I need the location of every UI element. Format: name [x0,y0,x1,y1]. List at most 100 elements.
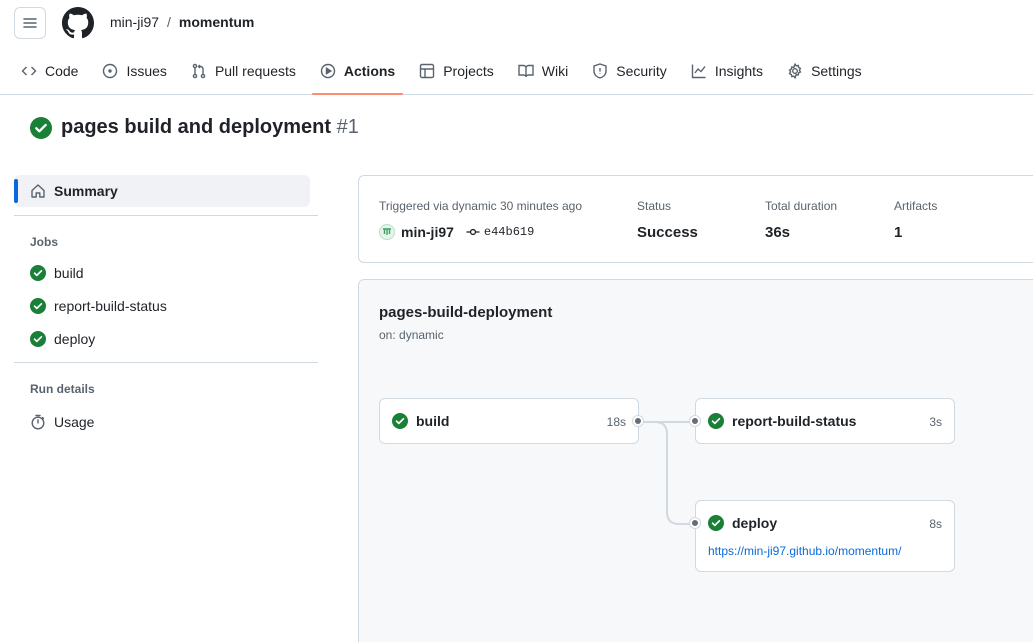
issue-icon [103,63,118,79]
code-icon [21,66,37,76]
shield-icon [593,63,607,79]
success-check-icon [392,413,408,429]
tab-wiki[interactable]: Wiki [510,50,576,92]
sidebar-job-build[interactable]: build [14,256,318,289]
pull-request-icon [192,63,206,79]
graph-icon [691,64,706,79]
stopwatch-icon [31,414,45,430]
repo-tabs: Code Issues Pull requests Actions Projec… [0,50,874,95]
breadcrumb: min-ji97 / momentum [110,14,254,30]
job-duration: 8s [929,517,942,531]
repo-header: min-ji97 / momentum Code Issues Pull req… [0,0,1033,95]
status-value: Success [637,224,698,241]
job-duration: 18s [606,415,626,429]
trigger-label: Triggered via dynamic 30 minutes ago [379,199,582,213]
play-icon [320,63,336,79]
run-summary-panel: Triggered via dynamic 30 minutes ago min… [358,175,1033,263]
artifacts-label: Artifacts [894,199,938,213]
workflow-name: pages-build-deployment [379,304,553,321]
job-card-title[interactable]: deploy [708,515,777,531]
breadcrumb-owner[interactable]: min-ji97 [110,14,159,30]
breadcrumb-repo[interactable]: momentum [179,14,254,30]
trigger-user[interactable]: min-ji97 [401,224,454,240]
tab-security[interactable]: Security [584,50,675,92]
job-card-deploy[interactable]: deploy 8s https://min-ji97.github.io/mom… [695,500,955,572]
job-label: deploy [54,330,96,347]
job-card-report-build-status[interactable]: report-build-status 3s [695,398,955,444]
user-avatar-icon [383,228,391,235]
success-check-icon [30,297,46,314]
sidebar-job-report-build-status[interactable]: report-build-status [14,289,318,322]
run-details-heading: Run details [30,382,95,396]
job-name: build [416,413,450,429]
run-title: pages build and deployment #1 [30,116,359,139]
job-connectors [639,421,696,525]
job-name: deploy [732,515,778,531]
job-card-title[interactable]: report-build-status [708,413,856,429]
workflow-graph: pages-build-deployment on: dynamic build… [358,279,1033,642]
commit-icon [466,228,480,236]
workflow-trigger: on: dynamic [379,328,444,342]
hamburger-icon [23,18,37,28]
tab-label: Projects [443,63,494,79]
tab-settings[interactable]: Settings [779,50,870,92]
sidebar-job-deploy[interactable]: deploy [14,322,318,355]
tab-actions[interactable]: Actions [311,50,404,95]
connector-dot [633,416,643,426]
gear-icon [788,63,802,79]
deployment-url-link[interactable]: https://min-ji97.github.io/momentum/ [708,544,901,558]
page-title: pages build and deployment #1 [61,116,359,139]
table-icon [420,63,435,79]
sidebar-item-usage[interactable]: Usage [14,405,318,438]
tab-code[interactable]: Code [13,50,86,92]
run-name: pages build and deployment [61,116,332,138]
jobs-heading: Jobs [30,235,59,249]
status-label: Status [637,199,672,213]
github-logo-icon[interactable] [62,7,94,39]
artifacts-value[interactable]: 1 [894,224,937,241]
connector-dot [690,518,700,528]
duration-label: Total duration [765,199,838,213]
job-label: report-build-status [54,297,167,314]
divider [14,362,318,363]
usage-label: Usage [54,413,95,430]
success-check-icon [708,515,724,531]
artifacts-column: Artifacts 1 [894,199,937,241]
job-label: build [54,264,84,281]
sidebar-item-label: Summary [54,183,118,199]
breadcrumb-separator: / [167,14,171,30]
job-duration: 3s [929,415,942,429]
tab-pull-requests[interactable]: Pull requests [183,50,304,92]
job-card-title[interactable]: build [392,413,449,429]
status-column: Status Success [637,199,698,241]
job-name: report-build-status [732,413,857,429]
run-number: #1 [336,116,359,138]
tab-insights[interactable]: Insights [683,50,771,92]
success-check-icon [708,413,724,429]
success-check-icon [30,330,46,347]
commit-link[interactable]: e44b619 [466,225,534,239]
run-sidebar: Summary Jobs build report-build-status d… [14,175,318,438]
trigger-details: min-ji97 e44b619 [379,224,582,240]
tab-label: Wiki [541,63,569,79]
home-icon [31,184,45,198]
success-check-icon [30,264,46,281]
tab-issues[interactable]: Issues [94,50,174,92]
duration-value: 36s [765,224,791,241]
tab-label: Actions [343,63,396,79]
tab-label: Code [45,63,79,79]
book-icon [518,64,534,78]
divider [14,215,318,216]
tab-label: Settings [811,63,862,79]
tab-projects[interactable]: Projects [411,50,502,92]
avatar[interactable] [379,224,395,240]
tab-label: Security [616,63,667,79]
tab-label: Issues [126,63,167,79]
tab-label: Pull requests [214,63,296,79]
job-card-build[interactable]: build 18s [379,398,639,444]
trigger-column: Triggered via dynamic 30 minutes ago min… [379,199,582,240]
menu-button[interactable] [14,7,46,39]
duration-column: Total duration 36s [765,199,837,241]
sidebar-item-summary[interactable]: Summary [14,175,310,207]
success-check-icon [30,116,52,139]
